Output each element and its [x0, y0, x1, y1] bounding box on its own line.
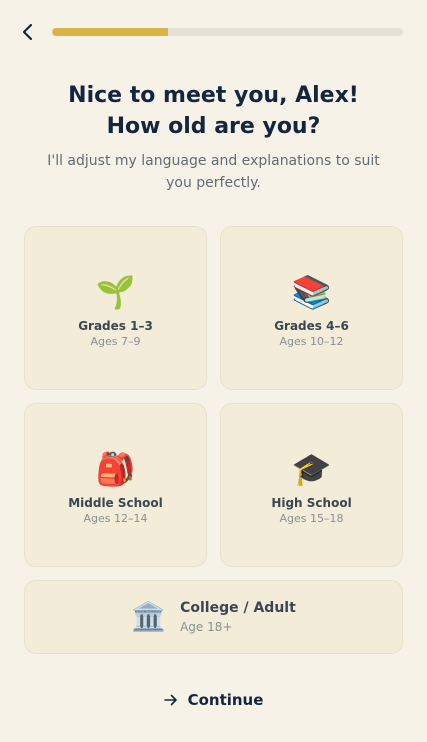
progress-fill [52, 28, 168, 36]
progress-bar [52, 28, 403, 36]
continue-button[interactable]: Continue [0, 686, 427, 714]
option-label: College / Adult [180, 600, 296, 616]
page-subtitle: I'll adjust my language and explanations… [47, 153, 380, 191]
option-grades-1-3[interactable]: 🌱 Grades 1–3 Ages 7–9 [24, 226, 207, 390]
page-title: Nice to meet you, Alex! How old are you? [0, 80, 427, 142]
option-label: High School [271, 496, 352, 510]
seedling-icon: 🌱 [95, 273, 136, 311]
chevron-left-icon [22, 23, 33, 41]
option-text: College / Adult Age 18+ [180, 598, 296, 636]
classical-building-icon: 🏛️ [131, 600, 167, 633]
title-greeting: Nice to meet you, Alex! [68, 83, 359, 108]
option-high-school[interactable]: 🎓 High School Ages 15–18 [220, 403, 403, 567]
option-ages: Ages 7–9 [90, 335, 141, 348]
option-label: Middle School [68, 496, 163, 510]
title-question: How old are you? [106, 114, 321, 139]
option-ages: Ages 10–12 [279, 335, 344, 348]
graduation-cap-icon: 🎓 [291, 450, 332, 488]
arrow-right-icon [163, 693, 178, 707]
option-ages: Ages 12–14 [83, 512, 148, 525]
option-grades-4-6[interactable]: 📚 Grades 4–6 Ages 10–12 [220, 226, 403, 390]
option-college-adult[interactable]: 🏛️ College / Adult Age 18+ [24, 580, 403, 654]
option-middle-school[interactable]: 🎒 Middle School Ages 12–14 [24, 403, 207, 567]
books-icon: 📚 [291, 273, 332, 311]
option-ages: Ages 15–18 [279, 512, 344, 525]
backpack-icon: 🎒 [95, 450, 136, 488]
option-ages: Age 18+ [180, 620, 233, 634]
option-label: Grades 1–3 [78, 319, 153, 333]
option-label: Grades 4–6 [274, 319, 349, 333]
back-button[interactable] [16, 20, 40, 44]
continue-label: Continue [187, 691, 264, 709]
